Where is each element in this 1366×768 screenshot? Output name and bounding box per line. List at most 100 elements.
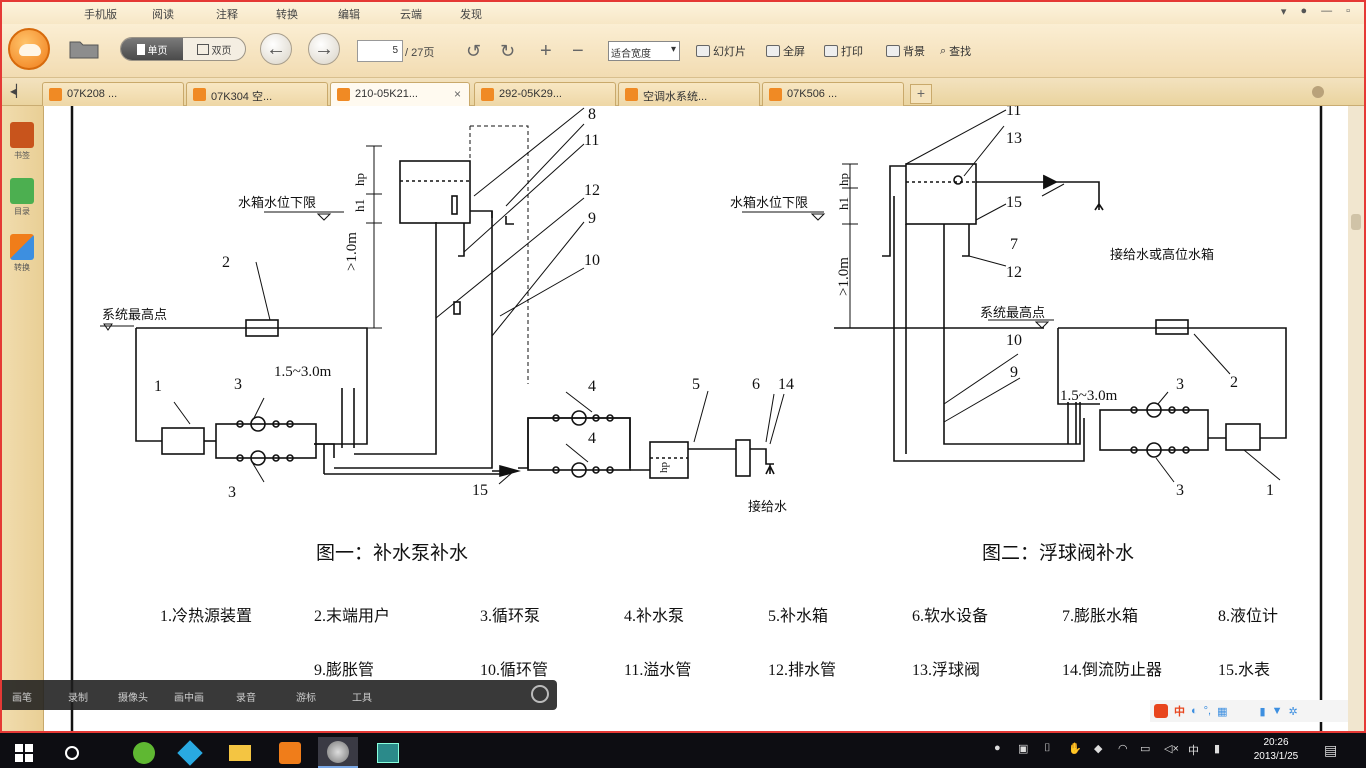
document-page: 水箱水位下限 系统最高点 >1.0m h1 hp 1.5~3.0m 接给水 hp… xyxy=(44,106,1348,731)
toolbar: 单页 双页 ← → 5 / 27页 ↺ ↻ + − 适合宽度 幻灯片 全屏 打印… xyxy=(2,24,1364,78)
pip-button[interactable]: 画中画 xyxy=(174,689,204,704)
fullscreen-icon xyxy=(766,45,780,57)
print-button[interactable]: 打印 xyxy=(824,39,863,63)
tray-volume-icon[interactable]: ◁× xyxy=(1164,742,1179,755)
tab-292-05k29[interactable]: 292-05K29... xyxy=(474,82,616,106)
vertical-scrollbar[interactable] xyxy=(1348,106,1364,731)
fig1-hp-label: hp xyxy=(352,173,367,186)
tab-07k208[interactable]: 07K208 ... xyxy=(42,82,184,106)
menu-convert[interactable]: 转换 xyxy=(276,6,298,22)
tray-security-icon[interactable]: ◆ xyxy=(1094,742,1102,755)
tab-07k304[interactable]: 07K304 空... xyxy=(186,82,328,106)
taskbar-app-reader[interactable] xyxy=(318,737,358,768)
cursor-button[interactable]: 游标 xyxy=(296,689,316,704)
settings-icon[interactable]: ● xyxy=(1300,5,1307,18)
record-button[interactable]: 录制 xyxy=(68,689,88,704)
minimize-button[interactable]: — xyxy=(1321,5,1332,18)
menu-annotate[interactable]: 注释 xyxy=(216,6,238,22)
collapse-sidebar-icon[interactable]: ◂▏ xyxy=(10,84,25,98)
zoom-in-button[interactable]: + xyxy=(540,39,552,63)
notification-icon[interactable]: ▤ xyxy=(1324,742,1337,759)
tray-hand-icon[interactable]: ✋ xyxy=(1068,742,1082,755)
app-icon xyxy=(279,741,301,764)
tray-app-icon[interactable]: ▣ xyxy=(1018,742,1028,755)
skin-icon[interactable]: ▾ xyxy=(1281,5,1287,18)
tray-wifi-icon[interactable]: ◠ xyxy=(1118,742,1128,755)
ime-logo-icon[interactable] xyxy=(1154,704,1168,718)
pen-button[interactable]: 画笔 xyxy=(12,689,32,704)
menu-discover[interactable]: 发现 xyxy=(460,6,482,22)
audio-button[interactable]: 录音 xyxy=(236,689,256,704)
rotate-right-button[interactable]: ↻ xyxy=(500,39,515,63)
fullscreen-button[interactable]: 全屏 xyxy=(766,39,805,63)
tools-button[interactable]: 工具 xyxy=(352,689,372,704)
left-sidebar: 书签 目录 转换 xyxy=(2,106,44,731)
menu-edit[interactable]: 编辑 xyxy=(338,6,360,22)
scrollbar-thumb[interactable] xyxy=(1351,214,1361,230)
search-button[interactable] xyxy=(52,737,92,768)
app-logo[interactable] xyxy=(8,28,50,70)
double-page-button[interactable]: 双页 xyxy=(183,38,245,60)
tray-battery-icon[interactable]: ▭ xyxy=(1140,742,1150,755)
tab-210-05k21[interactable]: 210-05K21... × xyxy=(330,82,470,106)
menu-read[interactable]: 阅读 xyxy=(152,6,174,22)
maximize-button[interactable]: ▫ xyxy=(1346,5,1350,18)
camera-button[interactable]: 摄像头 xyxy=(118,689,148,704)
menu-mobile[interactable]: 手机版 xyxy=(84,6,117,22)
taskbar-app-recorder[interactable] xyxy=(368,737,408,768)
legend-item-9: 9.膨胀管 xyxy=(314,662,375,679)
forward-button[interactable]: → xyxy=(308,33,340,65)
zoom-out-button[interactable]: − xyxy=(572,39,584,63)
fig1-num-3a: 3 xyxy=(234,376,242,393)
background-button[interactable]: 背景 xyxy=(886,39,925,63)
new-tab-button[interactable]: + xyxy=(910,84,932,104)
punct-icon[interactable]: °, xyxy=(1204,705,1211,717)
windows-logo-icon xyxy=(15,743,33,762)
taskbar-app-orange[interactable] xyxy=(270,737,310,768)
back-button[interactable]: ← xyxy=(260,33,292,65)
taskbar-app-explorer[interactable] xyxy=(220,737,260,768)
tray-ime-icon[interactable]: ▮ xyxy=(1214,742,1220,755)
sidebar-item-contents[interactable]: 目录 xyxy=(8,178,36,217)
fig1-distance-label: 1.5~3.0m xyxy=(274,364,332,380)
pdf-icon xyxy=(337,88,350,101)
fig2-num-9: 9 xyxy=(1010,364,1018,381)
sidebar-item-bookmarks[interactable]: 书签 xyxy=(8,122,36,161)
sidebar-item-convert[interactable]: 转换 xyxy=(8,234,36,273)
moon-icon[interactable]: ◐ xyxy=(1191,705,1198,717)
record-icon[interactable] xyxy=(1312,86,1324,98)
shirt-icon[interactable]: ▼ xyxy=(1272,705,1283,717)
legend-item-12: 12.排水管 xyxy=(768,662,837,679)
skin-icon[interactable]: ▮ xyxy=(1260,705,1266,718)
fig1-num-4b: 4 xyxy=(588,430,596,447)
bookmark-icon xyxy=(10,122,34,148)
taskbar-app-diamond[interactable] xyxy=(170,737,210,768)
fig1-h1-label: h1 xyxy=(352,199,367,212)
clock-date: 2013/1/25 xyxy=(1253,751,1299,762)
tray-usb-icon[interactable]: ⌷ xyxy=(1044,742,1051,755)
page-number-input[interactable]: 5 xyxy=(357,40,403,62)
background-icon xyxy=(886,45,900,57)
find-button[interactable]: ⌕ 查找 xyxy=(940,39,971,63)
settings-icon[interactable]: ✲ xyxy=(1288,705,1297,718)
ime-mode[interactable]: 中 xyxy=(1174,703,1185,719)
menu-cloud[interactable]: 云端 xyxy=(400,6,422,22)
tray-network-icon[interactable]: ● xyxy=(994,742,1001,754)
taskbar-app-browser[interactable] xyxy=(124,737,164,768)
clock[interactable]: 20:26 2013/1/25 xyxy=(1246,736,1306,764)
windows-start-button[interactable] xyxy=(4,737,44,768)
slideshow-button[interactable]: 幻灯片 xyxy=(696,39,746,63)
tab-water-system[interactable]: 空调水系统... xyxy=(618,82,760,106)
keyboard-icon[interactable]: ▦ xyxy=(1217,705,1227,718)
close-tab-icon[interactable]: × xyxy=(454,87,461,101)
fig2-num-12: 12 xyxy=(1006,264,1022,281)
single-page-button[interactable]: 单页 xyxy=(121,38,183,60)
rotate-left-icon: ↺ xyxy=(466,40,482,61)
power-icon[interactable] xyxy=(531,685,549,703)
open-folder-button[interactable] xyxy=(68,36,100,60)
rotate-left-button[interactable]: ↺ xyxy=(466,39,481,63)
tray-language[interactable]: 中 xyxy=(1188,742,1199,758)
zoom-select[interactable]: 适合宽度 xyxy=(608,41,680,61)
tab-07k506[interactable]: 07K506 ... xyxy=(762,82,904,106)
fig1-num-2: 2 xyxy=(222,254,230,271)
